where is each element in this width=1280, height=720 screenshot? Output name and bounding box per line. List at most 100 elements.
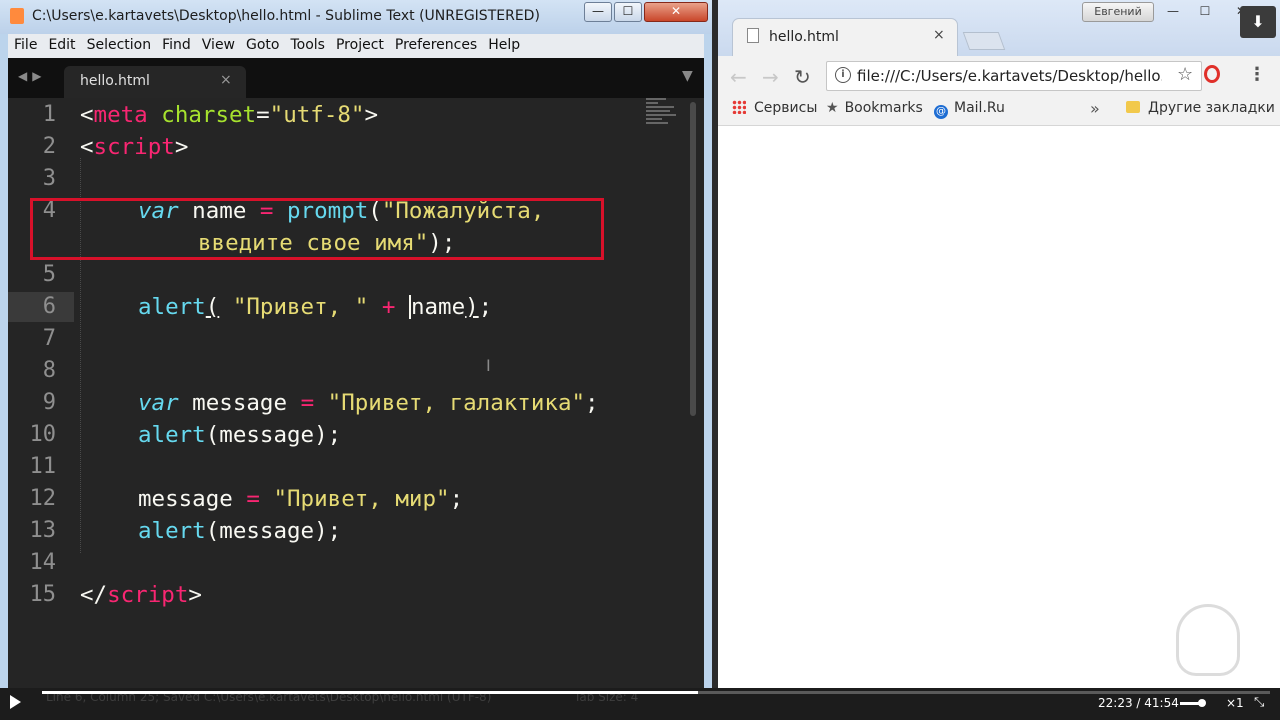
code-token: > bbox=[364, 102, 379, 128]
line-number: 13 bbox=[29, 518, 57, 543]
menu-find[interactable]: Find bbox=[156, 34, 196, 53]
bookmark-label: Другие закладки bbox=[1148, 100, 1275, 116]
chrome-window: hello.html × Евгений — ☐ ✕ ⬇ ← → ↻ i fil… bbox=[718, 0, 1280, 688]
code-token-keyword: var bbox=[138, 390, 179, 416]
menu-edit[interactable]: Edit bbox=[42, 34, 80, 53]
code-token-paren: ) bbox=[465, 294, 479, 320]
line-number: 5 bbox=[42, 262, 56, 287]
tab-nav-arrows-icon[interactable]: ◀▶ bbox=[18, 69, 46, 83]
address-bar[interactable]: i file:///C:/Users/e.kartavets/Desktop/h… bbox=[826, 61, 1202, 91]
line-number: 6 bbox=[42, 294, 56, 319]
code-token: = bbox=[256, 102, 270, 128]
line-number: 10 bbox=[29, 422, 57, 447]
code-token: ; bbox=[449, 486, 464, 512]
code-token-attr: charset bbox=[147, 102, 257, 128]
menu-goto[interactable]: Goto bbox=[240, 34, 284, 53]
bookmark-services[interactable]: Сервисы bbox=[732, 100, 817, 116]
video-progress-track[interactable] bbox=[42, 691, 1270, 694]
download-icon[interactable]: ⬇ bbox=[1240, 6, 1276, 38]
forward-arrow-icon[interactable]: → bbox=[762, 65, 779, 89]
bookmarks-bar: Сервисы ★ Bookmarks @ Mail.Ru » Другие зак… bbox=[718, 96, 1280, 126]
code-token: > bbox=[188, 582, 202, 608]
sublime-window-title: C:\Users\e.kartavets\Desktop\hello.html … bbox=[32, 8, 540, 24]
code-line-15: </script> bbox=[80, 580, 202, 610]
minimap[interactable] bbox=[646, 98, 682, 138]
code-editor[interactable]: 1 2 3 4 5 6 7 8 9 10 11 12 13 14 15 <met… bbox=[8, 98, 704, 688]
ibeam-cursor-icon: I bbox=[486, 356, 491, 375]
kebab-menu-icon[interactable]: ⋮ bbox=[1248, 64, 1266, 85]
close-button[interactable]: ✕ bbox=[644, 2, 708, 22]
apps-grid-icon bbox=[732, 100, 746, 114]
menu-tools[interactable]: Tools bbox=[284, 34, 330, 53]
chrome-maximize-icon[interactable]: ☐ bbox=[1192, 4, 1218, 22]
line-number: 3 bbox=[42, 166, 56, 191]
code-token: < bbox=[80, 134, 94, 160]
code-token-tag: script bbox=[107, 582, 189, 608]
url-text[interactable]: file:///C:/Users/e.kartavets/Desktop/hel… bbox=[857, 67, 1162, 85]
chrome-titlebar: hello.html × Евгений — ☐ ✕ ⬇ bbox=[718, 0, 1280, 56]
bookmark-mailru[interactable]: @ Mail.Ru bbox=[934, 100, 1005, 119]
info-icon[interactable]: i bbox=[835, 67, 851, 83]
line-number: 11 bbox=[29, 454, 57, 479]
bookmarks-overflow-chevron[interactable]: » bbox=[1090, 99, 1100, 118]
sublime-tabbar: ◀▶ hello.html × ▼ bbox=[8, 58, 704, 98]
playback-speed[interactable]: ×1 bbox=[1226, 696, 1244, 710]
bookmark-bookmarks[interactable]: ★ Bookmarks bbox=[826, 100, 923, 116]
code-token: message bbox=[178, 390, 301, 416]
browser-page-content[interactable] bbox=[718, 126, 1280, 688]
folder-icon bbox=[1126, 101, 1140, 113]
code-token: name bbox=[410, 294, 466, 320]
code-line-6: alert( "Привет, " + name); bbox=[138, 292, 492, 322]
opera-extension-icon[interactable] bbox=[1204, 65, 1220, 83]
code-line-2: <script> bbox=[80, 132, 188, 162]
red-highlight-box bbox=[30, 198, 604, 260]
code-line-13: alert(message); bbox=[138, 516, 341, 546]
menu-selection[interactable]: Selection bbox=[81, 34, 157, 53]
browser-tab[interactable]: hello.html × bbox=[732, 18, 958, 56]
code-token-tag: meta bbox=[93, 102, 148, 128]
code-token-operator: = bbox=[300, 390, 315, 416]
maximize-button[interactable]: ☐ bbox=[614, 2, 642, 22]
tab-label: hello.html bbox=[80, 73, 150, 89]
chrome-minimize-icon[interactable]: — bbox=[1160, 4, 1186, 22]
code-line-9: var message = "Привет, галактика"; bbox=[138, 388, 599, 418]
profile-button[interactable]: Евгений bbox=[1082, 2, 1154, 22]
bookmark-other[interactable]: Другие закладки bbox=[1126, 100, 1275, 116]
tab-dropdown-icon[interactable]: ▼ bbox=[682, 68, 693, 84]
code-token-function: alert bbox=[138, 422, 206, 448]
back-arrow-icon[interactable]: ← bbox=[730, 65, 747, 89]
exit-fullscreen-icon[interactable]: ⤡ bbox=[1254, 695, 1264, 710]
new-tab-button[interactable] bbox=[962, 32, 1006, 50]
editor-scrollbar[interactable] bbox=[690, 102, 696, 416]
menu-project[interactable]: Project bbox=[330, 34, 389, 53]
menu-view[interactable]: View bbox=[196, 34, 240, 53]
sublime-window: C:\Users\e.kartavets\Desktop\hello.html … bbox=[0, 0, 712, 688]
tab-close-icon[interactable]: × bbox=[220, 72, 232, 88]
reload-icon[interactable]: ↻ bbox=[794, 65, 811, 89]
code-token: message bbox=[138, 486, 247, 512]
line-number: 14 bbox=[29, 550, 57, 575]
menu-preferences[interactable]: Preferences bbox=[389, 34, 482, 53]
code-token: (message); bbox=[205, 422, 342, 448]
sublime-titlebar: C:\Users\e.kartavets\Desktop\hello.html … bbox=[0, 0, 712, 34]
close-icon: ✕ bbox=[670, 4, 682, 18]
tab-hello-html[interactable]: hello.html × bbox=[64, 66, 246, 98]
chrome-toolbar: ← → ↻ i file:///C:/Users/e.kartavets/Des… bbox=[718, 56, 1280, 96]
star-icon: ★ bbox=[826, 100, 839, 116]
code-token: < bbox=[80, 102, 94, 128]
menu-help[interactable]: Help bbox=[482, 34, 525, 53]
minimize-button[interactable]: — bbox=[584, 2, 612, 22]
bookmark-star-icon[interactable]: ☆ bbox=[1177, 64, 1193, 85]
browser-tab-title: hello.html bbox=[769, 29, 839, 45]
code-token: ; bbox=[478, 294, 493, 320]
line-number: 15 bbox=[29, 582, 57, 607]
volume-knob[interactable] bbox=[1198, 699, 1206, 707]
code-token-string: "Привет, мир" bbox=[259, 486, 450, 512]
menu-file[interactable]: File bbox=[8, 34, 42, 53]
close-tab-icon[interactable]: × bbox=[933, 27, 945, 43]
code-line-12: message = "Привет, мир"; bbox=[138, 484, 463, 514]
file-icon bbox=[747, 28, 759, 43]
line-number: 12 bbox=[29, 486, 57, 511]
code-line-10: alert(message); bbox=[138, 420, 341, 450]
play-icon[interactable] bbox=[10, 695, 21, 709]
